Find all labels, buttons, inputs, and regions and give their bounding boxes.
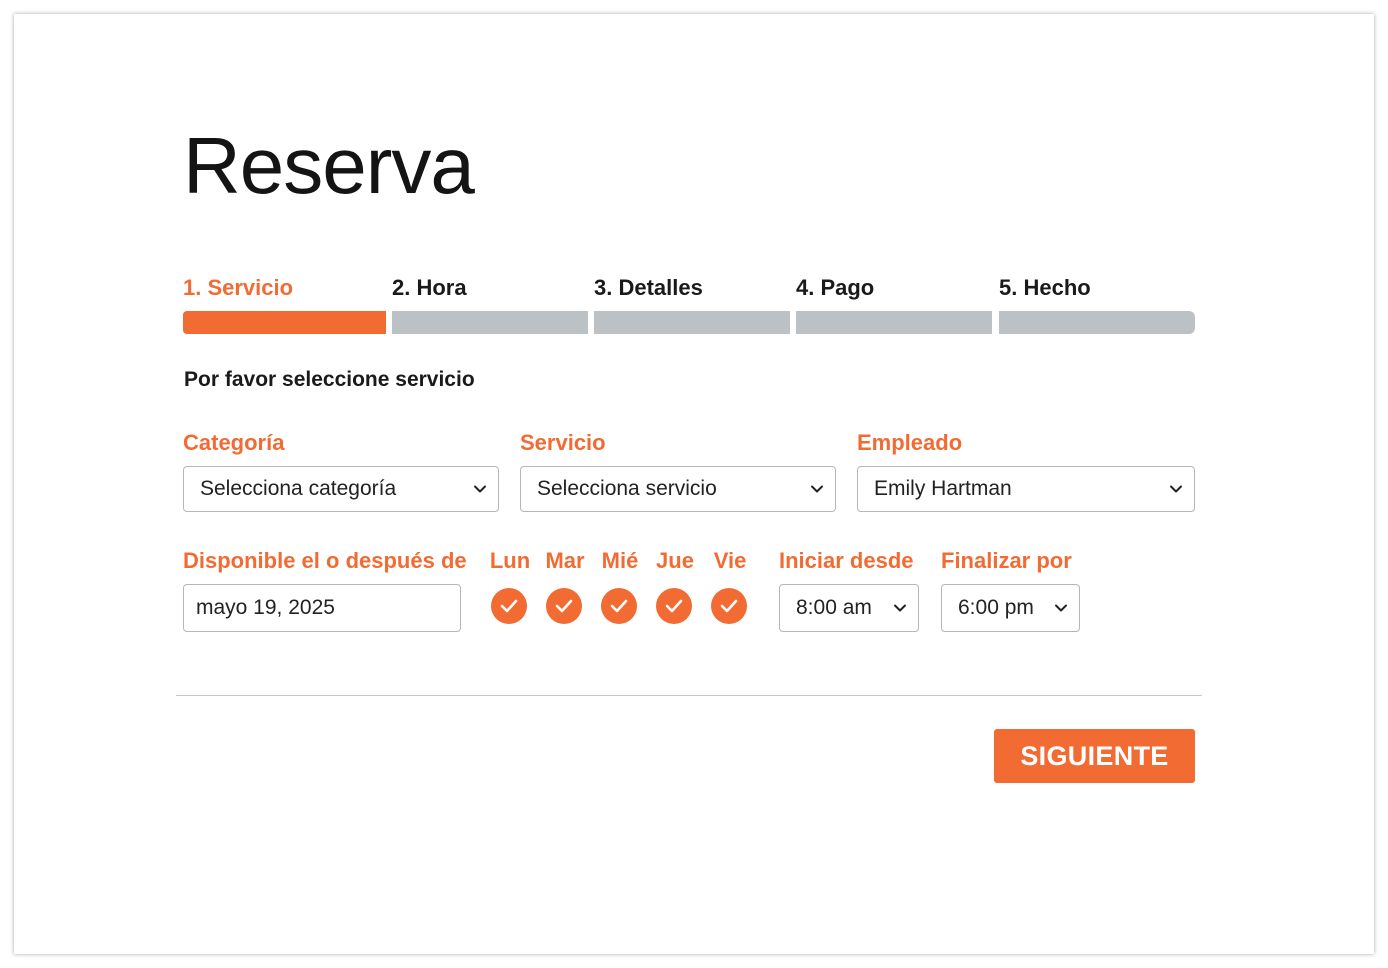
step-pago[interactable]: 4. Pago xyxy=(796,273,992,334)
day-mar: Mar xyxy=(545,548,585,624)
divider xyxy=(176,695,1202,696)
day-checkbox[interactable] xyxy=(491,588,527,624)
day-label: Mié xyxy=(601,548,639,573)
service-select[interactable]: Selecciona servicio xyxy=(520,466,836,512)
day-label: Mar xyxy=(545,548,585,573)
day-vie: Vie xyxy=(710,548,750,624)
step-hecho[interactable]: 5. Hecho xyxy=(999,273,1195,334)
step-label: 4. Pago xyxy=(796,275,875,300)
step-label: 1. Servicio xyxy=(183,275,294,300)
start-time-label: Iniciar desde xyxy=(779,548,914,573)
day-checkbox[interactable] xyxy=(711,588,747,624)
check-icon xyxy=(555,599,573,613)
end-time-value: 6:00 pm xyxy=(958,596,1034,619)
chevron-down-icon xyxy=(811,485,823,493)
end-time-label: Finalizar por xyxy=(941,548,1072,573)
step-progress-bar xyxy=(183,311,386,334)
step-progress: 1. Servicio 2. Hora 3. Detalles 4. Pago … xyxy=(183,273,1195,337)
step-label: 5. Hecho xyxy=(999,275,1091,300)
employee-select-value: Emily Hartman xyxy=(874,477,1012,500)
day-checkbox[interactable] xyxy=(656,588,692,624)
chevron-down-icon xyxy=(1170,485,1182,493)
category-select[interactable]: Selecciona categoría xyxy=(183,466,499,512)
check-icon xyxy=(500,599,518,613)
day-label: Jue xyxy=(656,548,694,573)
step-label: 3. Detalles xyxy=(594,275,703,300)
step-label: 2. Hora xyxy=(392,275,467,300)
day-label: Vie xyxy=(713,548,747,573)
step-hora[interactable]: 2. Hora xyxy=(392,273,588,334)
chevron-down-icon xyxy=(474,485,486,493)
category-select-value: Selecciona categoría xyxy=(200,477,397,500)
date-input[interactable] xyxy=(183,584,461,632)
day-checkbox[interactable] xyxy=(546,588,582,624)
start-time-value: 8:00 am xyxy=(796,596,872,619)
day-checkbox[interactable] xyxy=(601,588,637,624)
step-progress-bar xyxy=(594,311,790,334)
step-servicio[interactable]: 1. Servicio xyxy=(183,273,386,334)
step-progress-bar xyxy=(999,311,1195,334)
day-lun: Lun xyxy=(490,548,530,624)
service-select-value: Selecciona servicio xyxy=(537,477,717,500)
end-time-select[interactable]: 6:00 pm xyxy=(941,584,1080,632)
booking-card: Reserva 1. Servicio 2. Hora 3. Detalles … xyxy=(14,14,1374,954)
employee-label: Empleado xyxy=(857,430,963,455)
chevron-down-icon xyxy=(894,604,906,612)
chevron-down-icon xyxy=(1055,604,1067,612)
step-progress-bar xyxy=(392,311,588,334)
check-icon xyxy=(665,599,683,613)
step-progress-bar xyxy=(796,311,992,334)
employee-select[interactable]: Emily Hartman xyxy=(857,466,1195,512)
day-label: Lun xyxy=(489,548,531,573)
step-detalles[interactable]: 3. Detalles xyxy=(594,273,790,334)
category-label: Categoría xyxy=(183,430,285,455)
day-mie: Mié xyxy=(600,548,640,624)
next-button[interactable]: SIGUIENTE xyxy=(994,729,1195,783)
start-time-select[interactable]: 8:00 am xyxy=(779,584,919,632)
day-jue: Jue xyxy=(655,548,695,624)
service-label: Servicio xyxy=(520,430,606,455)
page-title: Reserva xyxy=(183,121,475,210)
check-icon xyxy=(610,599,628,613)
date-label: Disponible el o después de xyxy=(183,548,467,573)
form-prompt: Por favor seleccione servicio xyxy=(184,368,475,391)
check-icon xyxy=(720,599,738,613)
